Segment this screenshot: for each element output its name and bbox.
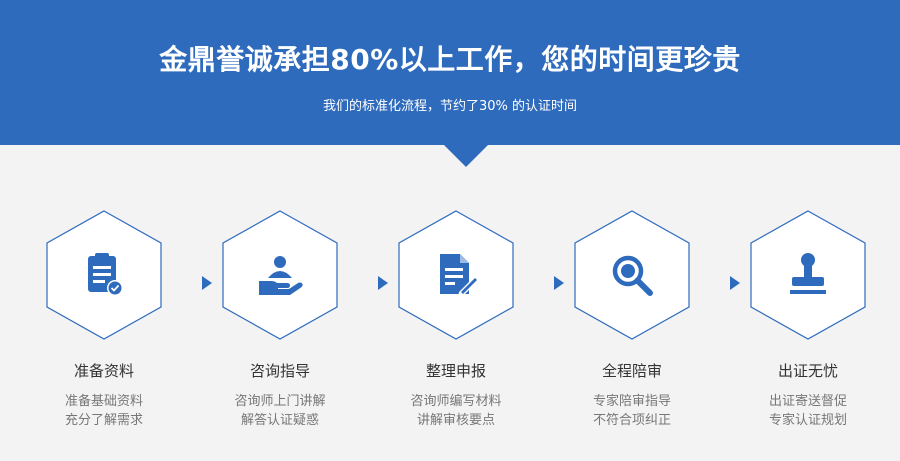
process-steps: 准备资料 准备基础资料 充分了解需求 咨询指导 咨询师上门讲解 解答认证疑惑 整… [0, 200, 900, 461]
step-title: 整理申报 [425, 362, 486, 380]
step-desc: 专家认证规划 [768, 413, 847, 428]
step-desc: 专家陪审指导 [592, 394, 671, 409]
step-hexagon [750, 210, 866, 340]
document-edit-icon [429, 248, 483, 302]
step-desc: 咨询师编写材料 [410, 394, 502, 409]
step-desc: 准备基础资料 [64, 394, 143, 409]
consultant-hand-icon [253, 248, 307, 302]
step-hexagon [398, 210, 514, 340]
header-banner: 金鼎誉诚承担80%以上工作，您的时间更珍贵 我们的标准化流程，节约了30% 的认… [0, 0, 900, 145]
step-desc: 解答认证疑惑 [240, 413, 319, 428]
step-hexagon [222, 210, 338, 340]
banner-pointer [444, 145, 488, 167]
page-headline: 金鼎誉诚承担80%以上工作，您的时间更珍贵 [159, 43, 741, 76]
step-desc: 出证寄送督促 [768, 394, 847, 409]
magnifier-icon [605, 248, 659, 302]
step-title: 全程陪审 [601, 362, 662, 380]
step-title: 出证无忧 [777, 362, 838, 380]
step-title: 准备资料 [73, 362, 134, 380]
step-desc: 咨询师上门讲解 [234, 394, 326, 409]
step-desc: 讲解审核要点 [416, 413, 495, 428]
step-hexagon [574, 210, 690, 340]
clipboard-check-icon [77, 248, 131, 302]
page-subline: 我们的标准化流程，节约了30% 的认证时间 [322, 99, 578, 114]
step-arrow-icon [730, 276, 740, 290]
step-hexagon [46, 210, 162, 340]
step-desc: 不符合项纠正 [592, 413, 671, 428]
certificate-stamp-icon [781, 248, 835, 302]
step-arrow-icon [554, 276, 564, 290]
step-arrow-icon [378, 276, 388, 290]
step-desc: 充分了解需求 [64, 413, 143, 428]
step-title: 咨询指导 [249, 362, 310, 380]
step-arrow-icon [202, 276, 212, 290]
